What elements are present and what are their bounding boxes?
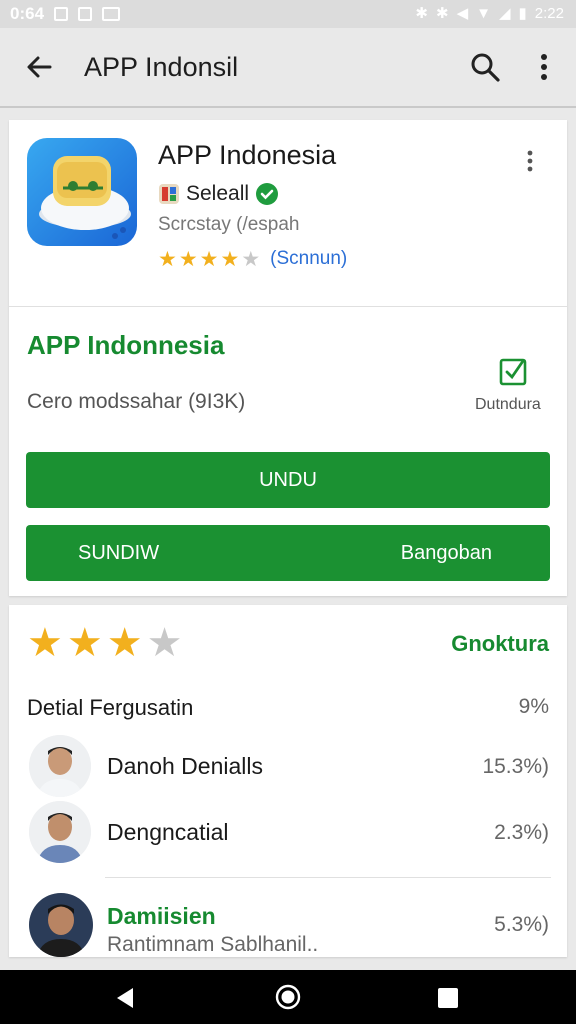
divider <box>105 877 551 878</box>
download-label[interactable]: Dutndura <box>475 396 541 414</box>
list-item[interactable]: Damiisien Rantimnam Sablhanil.. 5.3%) <box>9 893 567 957</box>
status-clock-left: 0:64 <box>10 4 45 23</box>
vibrate-icon: ✱ <box>436 5 449 22</box>
detail-label: Detial Fergusatin <box>27 695 194 720</box>
star-icon: ★ <box>158 247 177 271</box>
verified-badge-icon <box>256 183 279 205</box>
status-bar-right: ✱ ✱ ◀ ▼ ◢ ▮ 2:22 <box>415 4 564 23</box>
message-notification-icon <box>102 7 121 21</box>
nav-home-icon[interactable] <box>275 984 301 1010</box>
review-value: 15.3%) <box>482 755 549 778</box>
battery-icon: ▮ <box>518 5 527 22</box>
app-icon[interactable] <box>27 138 137 246</box>
nav-back-icon[interactable] <box>116 987 134 1009</box>
app-logo-icon <box>39 156 131 239</box>
photo-notification-icon <box>78 7 93 21</box>
developer-badge-icon <box>159 184 179 204</box>
install-button-label: UNDU <box>259 468 317 491</box>
star-icon: ★ <box>27 621 63 665</box>
volume-icon: ◀ <box>456 5 469 22</box>
review-value: 5.3%) <box>494 913 549 936</box>
rating-count[interactable]: (Scnnun) <box>270 248 347 270</box>
star-icon: ★ <box>178 247 198 271</box>
nav-recents-icon[interactable] <box>438 988 458 1008</box>
reviewer-name: Damiisien <box>107 903 216 929</box>
secondary-button-right-label: Bangoban <box>400 541 492 564</box>
app-category: Scrcstay (/espah <box>158 214 300 235</box>
navigation-bar <box>0 970 576 1024</box>
secondary-action-button[interactable]: SUNDIW Bangoban <box>26 525 550 581</box>
star-icon: ★ <box>220 247 240 271</box>
install-button[interactable]: UNDU <box>26 452 550 508</box>
app-options-icon[interactable] <box>523 150 537 172</box>
app-rating-row: ★ ★ ★ ★ ★ (Scnnun) <box>158 248 347 270</box>
app-name: APP Indonesia <box>158 140 337 170</box>
install-section-title: APP Indonnesia <box>27 330 225 360</box>
review-value: 2.3%) <box>494 821 549 844</box>
star-icon: ★ <box>66 621 103 665</box>
secondary-button-left-label: SUNDIW <box>78 541 160 564</box>
star-half-icon: ★ <box>146 621 183 665</box>
signal-icon: ◢ <box>498 5 511 22</box>
status-time: 2:22 <box>534 4 564 22</box>
star-icon: ★ <box>199 247 219 271</box>
app-size-text: Cero modssahar (9I3K) <box>27 390 246 413</box>
overall-rating-stars: ★ ★ ★ ★ <box>27 623 182 663</box>
bluetooth-icon: ✱ <box>415 5 428 22</box>
list-item[interactable]: Danoh Denialls 15.3%) <box>9 735 567 799</box>
more-vert-icon[interactable] <box>532 52 556 82</box>
avatar <box>29 801 91 863</box>
reviewer-name: Dengncatial <box>107 819 229 845</box>
w-notification-icon <box>54 7 69 21</box>
star-icon: ★ <box>106 621 143 665</box>
reviews-card: ★ ★ ★ ★ Gnoktura Detial Fergusatin 9% Da… <box>9 605 567 957</box>
reviews-link[interactable]: Gnoktura <box>451 631 549 657</box>
divider <box>9 306 567 307</box>
avatar <box>29 735 91 797</box>
reviewer-name: Danoh Denialls <box>107 753 263 779</box>
wifi-icon: ▼ <box>476 4 491 22</box>
detail-value: 9% <box>518 695 549 718</box>
list-item[interactable]: Dengncatial 2.3%) <box>9 801 567 865</box>
review-text: Rantimnam Sablhanil.. <box>107 933 319 956</box>
status-bar-left: 0:64 <box>10 4 121 24</box>
app-info-card: APP Indonesia Seleall Scrcstay (/espah ★… <box>9 120 567 596</box>
app-bar-title: APP Indonsil <box>84 52 239 82</box>
developer-row: Seleall <box>158 182 279 206</box>
avatar <box>29 893 93 957</box>
download-icon[interactable] <box>497 352 531 388</box>
search-icon[interactable] <box>468 50 502 84</box>
app-bar: APP Indonsil <box>0 28 576 108</box>
status-bar: 0:64 ✱ ✱ ◀ ▼ ◢ ▮ 2:22 <box>0 0 576 28</box>
star-half-icon: ★ <box>241 247 261 271</box>
developer-name[interactable]: Seleall <box>186 182 249 206</box>
arrow-back-icon[interactable] <box>22 50 56 84</box>
